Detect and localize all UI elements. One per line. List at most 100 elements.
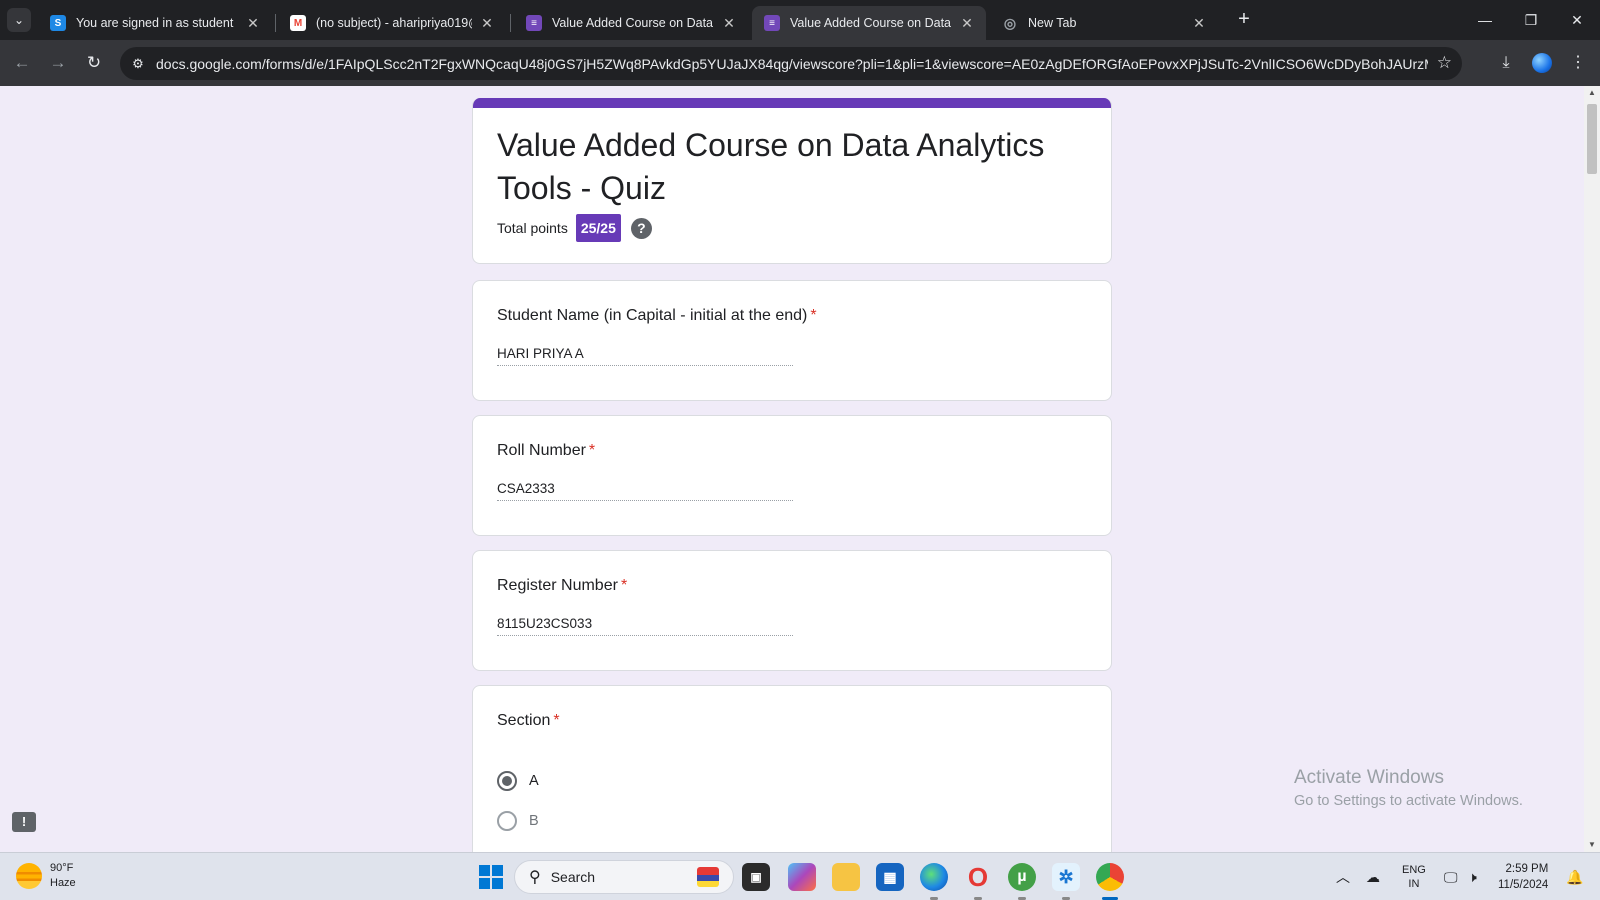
- microsoft-store-icon[interactable]: ▦: [876, 863, 904, 891]
- windows-logo-icon: [492, 865, 503, 876]
- muted-speaker-icon: 🕨: [1468, 868, 1477, 885]
- bookmark-star-icon[interactable]: ☆: [1437, 53, 1452, 73]
- report-problem-button[interactable]: !: [12, 812, 36, 832]
- close-window-button[interactable]: ✕: [1554, 0, 1600, 40]
- chrome-browser-icon[interactable]: [1096, 863, 1124, 891]
- question-text: Register Number: [497, 577, 618, 594]
- close-tab-icon[interactable]: ✕: [478, 15, 496, 32]
- browser-tab-3[interactable]: ≡ Value Added Course on Data Ana ✕: [514, 6, 748, 40]
- forms-icon: ≡: [526, 15, 542, 31]
- minimize-button[interactable]: —: [1462, 0, 1508, 40]
- form-title: Value Added Course on Data Analytics Too…: [497, 127, 1045, 206]
- edge-browser-icon[interactable]: [920, 863, 948, 891]
- browser-tab-2[interactable]: M (no subject) - aharipriya019@gm ✕: [278, 6, 506, 40]
- taskbar-search-box[interactable]: ⚲ Search: [514, 860, 734, 894]
- question-label: Section *: [497, 712, 560, 730]
- profile-button[interactable]: [1530, 51, 1554, 75]
- scrollbar-thumb[interactable]: [1587, 104, 1597, 174]
- radio-option-a[interactable]: A: [497, 771, 539, 791]
- cloud-offline-icon: ☁: [1366, 868, 1380, 885]
- close-tab-icon[interactable]: ✕: [244, 15, 262, 32]
- weather-text: 90°F Haze: [50, 861, 76, 891]
- browser-menu-button[interactable]: ⋮: [1566, 51, 1590, 75]
- more-vertical-icon: ⋮: [1570, 54, 1586, 71]
- search-highlight-icon: [697, 867, 719, 887]
- tab-title: Value Added Course on Data Ana: [790, 16, 952, 30]
- forward-button[interactable]: →: [46, 51, 70, 75]
- volume-status[interactable]: 🕨: [1468, 853, 1477, 900]
- minimize-icon: —: [1478, 12, 1492, 28]
- chevron-up-icon: ︿: [1336, 869, 1350, 885]
- browser-tab-1[interactable]: S You are signed in as student ✕: [38, 6, 272, 40]
- radio-button-checked[interactable]: [497, 771, 517, 791]
- restore-button[interactable]: ❐: [1508, 0, 1554, 40]
- tab-separator: [510, 14, 511, 32]
- close-tab-icon[interactable]: ✕: [1190, 15, 1208, 32]
- notification-bell-icon: 🔔: [1566, 868, 1584, 885]
- browser-tab-5[interactable]: ◎ New Tab ✕: [990, 6, 1218, 40]
- reload-button[interactable]: ↻: [82, 51, 106, 75]
- radio-button-unchecked[interactable]: [497, 811, 517, 831]
- language-code: ENG: [1402, 864, 1426, 876]
- tab-favicon-icon: S: [50, 15, 66, 31]
- close-tab-icon[interactable]: ✕: [958, 15, 976, 32]
- question-text: Section: [497, 712, 551, 729]
- avatar: [1532, 53, 1552, 73]
- clock-text: 2:59 PM 11/5/2024: [1498, 861, 1548, 893]
- opera-browser-icon[interactable]: O: [964, 862, 992, 892]
- weather-temperature: 90°F: [50, 862, 74, 874]
- total-points-label: Total points: [497, 220, 568, 236]
- address-bar[interactable]: ⚙ docs.google.com/forms/d/e/1FAIpQLScc2n…: [120, 47, 1462, 80]
- network-status[interactable]: 🖵: [1444, 853, 1458, 900]
- tab-search-button[interactable]: ⌄: [7, 8, 31, 32]
- required-asterisk: *: [588, 442, 596, 459]
- utorrent-icon[interactable]: µ: [1008, 863, 1036, 891]
- new-tab-button[interactable]: +: [1232, 8, 1256, 32]
- file-explorer-icon[interactable]: [832, 863, 860, 891]
- snipping-tool-icon[interactable]: ✲: [1052, 863, 1080, 891]
- answer-text: CSA2333: [497, 481, 793, 501]
- language-text: ENG IN: [1402, 863, 1426, 891]
- show-hidden-icons-button[interactable]: ︿: [1336, 853, 1350, 900]
- tab-title: (no subject) - aharipriya019@gm: [316, 16, 472, 30]
- url-text[interactable]: docs.google.com/forms/d/e/1FAIpQLScc2nT2…: [156, 56, 1428, 72]
- scroll-down-arrow-icon[interactable]: ▼: [1584, 838, 1600, 852]
- question-card-student-name: Student Name (in Capital - initial at th…: [472, 280, 1112, 401]
- start-button[interactable]: [479, 865, 503, 889]
- question-card-register-number: Register Number * 8115U23CS033: [472, 550, 1112, 671]
- close-icon: ✕: [1571, 11, 1583, 28]
- task-view-icon[interactable]: ▣: [742, 863, 770, 891]
- downloads-button[interactable]: ⤓: [1494, 51, 1518, 75]
- score-badge: 25/25: [575, 214, 621, 242]
- notification-center[interactable]: 🔔: [1566, 853, 1583, 900]
- watermark-title: Activate Windows: [1294, 767, 1444, 788]
- radio-option-label: B: [529, 813, 539, 829]
- browser-tab-4-active[interactable]: ≡ Value Added Course on Data Ana ✕: [752, 6, 986, 40]
- back-button[interactable]: ←: [10, 51, 34, 75]
- close-tab-icon[interactable]: ✕: [720, 15, 738, 32]
- activate-windows-watermark: Activate Windows Go to Settings to activ…: [1294, 767, 1523, 809]
- tab-title: New Tab: [1028, 16, 1077, 30]
- scroll-up-arrow-icon[interactable]: ▲: [1584, 86, 1600, 100]
- required-asterisk: *: [620, 577, 628, 594]
- help-icon[interactable]: ?: [630, 217, 652, 239]
- weather-description: Haze: [50, 877, 76, 889]
- radio-option-b[interactable]: B: [497, 811, 539, 831]
- question-text: Roll Number: [497, 442, 586, 459]
- required-asterisk: *: [553, 712, 560, 729]
- windows-taskbar: 90°F Haze ⚲ Search ▣ ▦ O µ ✲ ︿ ☁ ENG IN …: [0, 852, 1600, 900]
- site-info-icon[interactable]: ⚙: [128, 54, 148, 74]
- region-code: IN: [1408, 878, 1420, 890]
- page-scrollbar[interactable]: ▲ ▼: [1584, 86, 1600, 852]
- question-text: Student Name (in Capital - initial at th…: [497, 307, 808, 324]
- tab-separator: [275, 14, 276, 32]
- weather-widget[interactable]: 90°F Haze: [16, 861, 76, 891]
- language-indicator[interactable]: ENG IN: [1402, 853, 1426, 900]
- clock[interactable]: 2:59 PM 11/5/2024: [1498, 853, 1548, 900]
- copilot-icon[interactable]: [788, 863, 816, 891]
- clock-date: 11/5/2024: [1498, 879, 1549, 891]
- reload-icon: ↻: [86, 53, 102, 72]
- onedrive-status[interactable]: ☁: [1366, 853, 1380, 900]
- answer-text: HARI PRIYA A: [497, 346, 793, 366]
- windows-logo-icon: [479, 878, 490, 889]
